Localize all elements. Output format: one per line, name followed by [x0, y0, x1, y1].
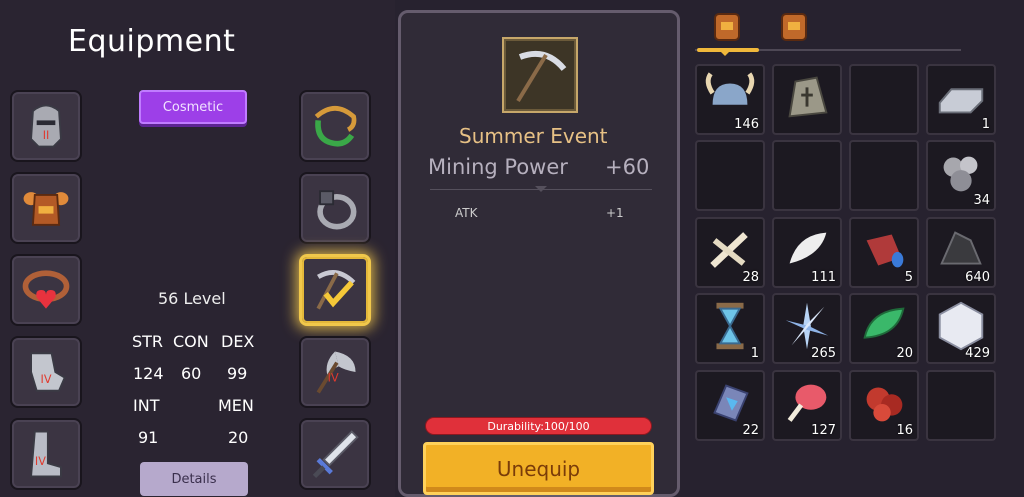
stat-divider [430, 186, 652, 192]
inventory-slot-empty[interactable] [695, 140, 765, 211]
inventory-slot[interactable]: 16 [849, 370, 919, 441]
dex-value: 99 [227, 364, 248, 383]
inventory-tab-2[interactable] [777, 8, 811, 44]
item-count: 5 [904, 270, 913, 285]
item-count: 429 [965, 346, 990, 361]
pickaxe-icon [316, 270, 356, 310]
item-count: 111 [811, 270, 836, 285]
item-count: 34 [973, 193, 990, 208]
item-count: 146 [734, 117, 759, 132]
knight-helmet-icon: II [30, 104, 62, 148]
durability-bar: Durability:100/100 [425, 417, 652, 435]
slot-axe[interactable]: IV [299, 336, 371, 408]
slot-helmet[interactable]: II [10, 90, 82, 162]
active-tab-caret [720, 51, 730, 61]
inventory-slot[interactable]: 429 [926, 293, 996, 364]
main-stat-label: Mining Power [428, 155, 568, 179]
slot-ring[interactable] [299, 172, 371, 244]
heart-amulet-icon [22, 270, 70, 309]
sub-stat-value: +1 [606, 206, 624, 220]
item-count: 1 [750, 346, 759, 361]
rune-stone-icon [788, 76, 828, 118]
unequip-button[interactable]: Unequip [423, 442, 654, 495]
item-count: 22 [742, 423, 759, 438]
inventory-slot[interactable]: 127 [772, 370, 842, 441]
inventory-slot[interactable]: 111 [772, 217, 842, 288]
main-stat-value: +60 [605, 155, 650, 179]
inventory-slot[interactable]: 20 [849, 293, 919, 364]
inventory-slot[interactable]: 1 [695, 293, 765, 364]
slot-gloves[interactable]: IV [10, 336, 82, 408]
con-label: CON [173, 332, 209, 351]
character-level: 56 Level [158, 289, 226, 308]
item-count: 265 [811, 346, 836, 361]
slot-gloves-tier: IV [41, 373, 52, 386]
slot-boots-tier: IV [35, 455, 46, 468]
item-count: 28 [742, 270, 759, 285]
con-value: 60 [181, 364, 202, 383]
backpack-icon [781, 13, 807, 41]
inventory-slot[interactable]: 265 [772, 293, 842, 364]
men-label: MEN [218, 396, 254, 415]
inventory-slot[interactable] [772, 64, 842, 135]
inventory-slot-empty[interactable] [849, 64, 919, 135]
str-value: 124 [133, 364, 164, 383]
slot-amulet[interactable] [10, 254, 82, 326]
item-name: Summer Event [459, 124, 608, 148]
slot-armor[interactable] [10, 172, 82, 244]
inventory-slot-empty[interactable] [849, 140, 919, 211]
armor-chest-icon [23, 192, 69, 226]
inventory-slot[interactable]: 28 [695, 217, 765, 288]
item-count: 16 [896, 423, 913, 438]
slot-boots[interactable]: IV [10, 418, 82, 490]
dex-label: DEX [221, 332, 255, 351]
men-value: 20 [228, 428, 249, 447]
boots-icon: IV [30, 430, 62, 478]
item-count: 640 [965, 270, 990, 285]
inventory-slot[interactable]: 22 [695, 370, 765, 441]
inventory-slot[interactable]: 640 [926, 217, 996, 288]
inventory-slot[interactable]: 1 [926, 64, 996, 135]
inventory-slot[interactable]: 34 [926, 140, 996, 211]
inventory-tab-1[interactable] [710, 8, 744, 44]
gauntlet-icon: IV [30, 352, 66, 392]
page-title: Equipment [68, 24, 236, 59]
inventory-slot-empty[interactable] [772, 140, 842, 211]
inventory-slot-empty[interactable] [926, 370, 996, 441]
int-label: INT [133, 396, 160, 415]
inventory-slot[interactable]: 5 [849, 217, 919, 288]
inventory-slot[interactable]: 146 [695, 64, 765, 135]
ring-icon [317, 190, 357, 230]
details-button[interactable]: Details [140, 462, 248, 496]
slot-sword[interactable] [299, 418, 371, 490]
vine-necklace-icon [314, 105, 357, 147]
slot-helmet-tier: II [43, 129, 50, 142]
item-count: 127 [811, 423, 836, 438]
pickaxe-icon [516, 51, 567, 103]
sword-icon [312, 430, 359, 479]
slot-tool-selected[interactable] [299, 254, 371, 326]
item-count: 20 [896, 346, 913, 361]
cosmetic-button[interactable]: Cosmetic [139, 90, 247, 124]
slot-axe-tier: IV [328, 371, 339, 384]
sub-stat-label: ATK [455, 206, 478, 220]
item-count: 1 [981, 117, 990, 132]
int-value: 91 [138, 428, 159, 447]
axe-icon: IV [316, 351, 356, 394]
slot-necklace[interactable] [299, 90, 371, 162]
selected-item-frame [502, 37, 578, 113]
str-label: STR [132, 332, 164, 351]
backpack-icon [714, 13, 740, 41]
